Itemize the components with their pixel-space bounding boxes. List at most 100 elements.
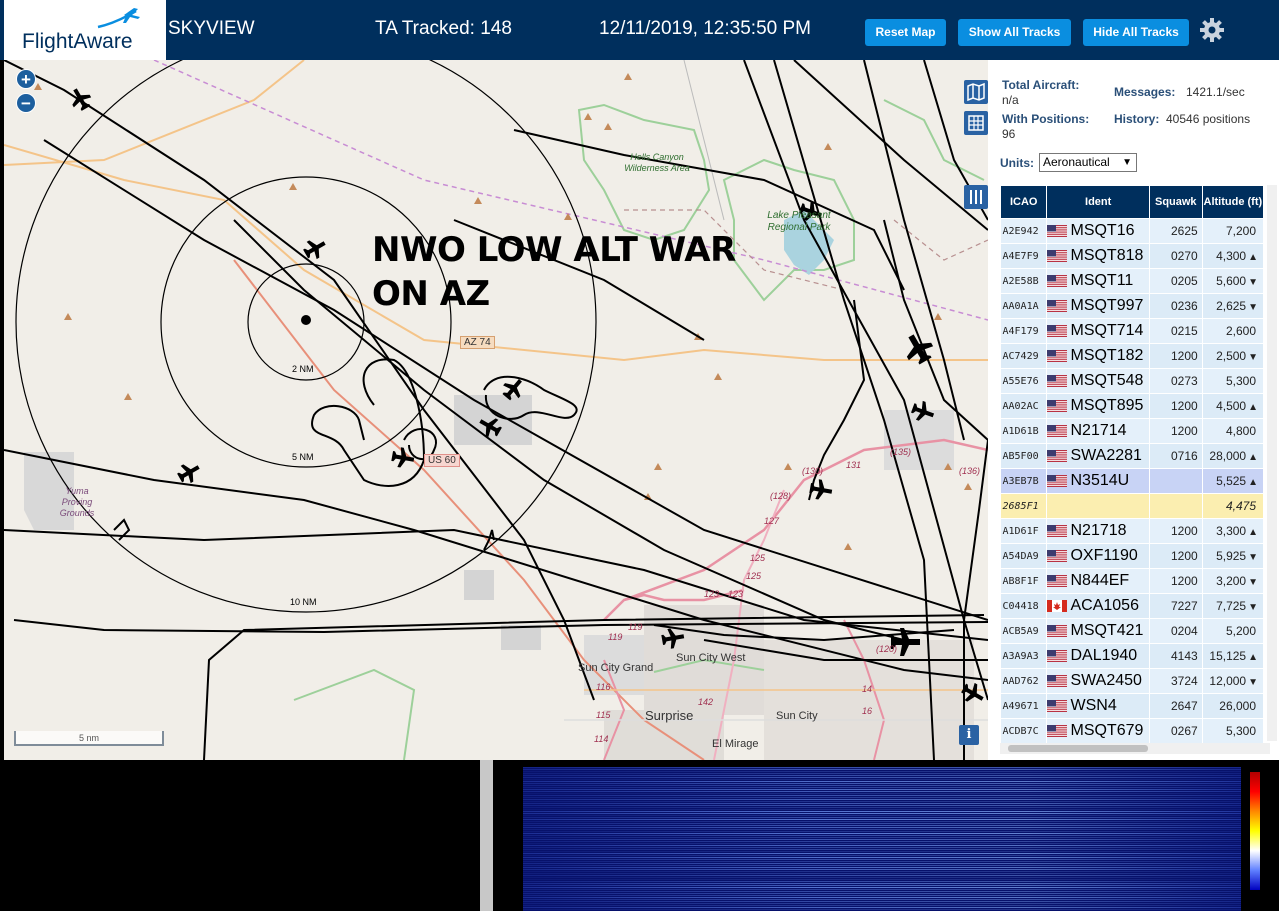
receiver-location [301, 315, 311, 325]
spectrum-line [523, 819, 1241, 820]
cell-icao: AB8F1F [1000, 568, 1048, 594]
columns-icon [970, 190, 982, 204]
spectrum-line [523, 807, 1241, 808]
table-row[interactable]: A3A9A3 DAL1940 4143 15,125 ▲ [1000, 643, 1265, 669]
spectrum-line [523, 833, 1241, 834]
cell-ident: ACA1056 [1046, 593, 1150, 619]
table-row[interactable]: AB5F00 SWA2281 0716 28,000 ▲ [1000, 443, 1265, 469]
table-row[interactable]: ACB5A9 MSQT421 0204 5,200 [1000, 618, 1265, 644]
table-row[interactable]: AA02AC MSQT895 1200 4,500 ▲ [1000, 393, 1265, 419]
flightaware-logo[interactable]: FlightAware [4, 0, 166, 60]
spectrum-line [523, 785, 1241, 786]
map-canvas[interactable] [4, 60, 988, 760]
table-row[interactable]: AA0A1A MSQT997 0236 2,625 ▼ [1000, 293, 1265, 319]
hide-all-tracks-button[interactable]: Hide All Tracks [1083, 19, 1189, 46]
zoom-out-button[interactable]: − [16, 93, 36, 113]
cell-icao: A3EB7B [1000, 468, 1048, 494]
map-layers-button[interactable] [964, 80, 988, 104]
cell-squawk: 4143 [1149, 643, 1203, 669]
table-row[interactable]: A54DA9 OXF1190 1200 5,925 ▼ [1000, 543, 1265, 569]
gear-icon[interactable] [1199, 17, 1225, 43]
map-grid-button[interactable] [964, 111, 988, 135]
altitude-trend-icon: ▼ [1248, 277, 1258, 288]
column-header-icao[interactable]: ICAO [999, 185, 1048, 219]
us-flag-icon [1047, 624, 1068, 637]
table-row[interactable]: A49671 WSN4 2647 26,000 [1000, 693, 1265, 719]
units-selected-value: Aeronautical [1043, 155, 1110, 169]
cell-ident: MSQT714 [1046, 318, 1150, 344]
us-flag-icon [1047, 674, 1068, 687]
spectrum-line [523, 837, 1241, 838]
spectrum-line [523, 845, 1241, 846]
history-value: 40546 positions [1166, 112, 1251, 126]
table-row[interactable]: A1D61F N21718 1200 3,300 ▲ [1000, 518, 1265, 544]
spectrum-line [523, 855, 1241, 856]
columns-toggle-button[interactable] [964, 185, 988, 209]
table-row[interactable]: ACDB7C MSQT679 0267 5,300 [1000, 718, 1265, 744]
table-vertical-scrollbar[interactable] [1267, 185, 1277, 741]
map-view[interactable]: 2 NM 5 NM 10 NM Hells Canyon Wilderness … [4, 60, 988, 760]
cell-icao: AA02AC [1000, 393, 1048, 419]
road-label-az74: AZ 74 [460, 336, 495, 349]
info-button[interactable]: i [959, 725, 979, 745]
spectrum-line [523, 821, 1241, 822]
chevron-down-icon: ▼ [1122, 157, 1132, 168]
scrollbar-thumb[interactable] [1008, 745, 1148, 752]
table-row[interactable]: A3EB7B N3514U 5,525 ▲ [1000, 468, 1265, 494]
spectrum-line [523, 801, 1241, 802]
cell-altitude: 2,600 [1202, 318, 1265, 344]
cell-altitude: 4,800 [1202, 418, 1265, 444]
table-horizontal-scrollbar[interactable] [1000, 743, 1270, 754]
cell-altitude: 5,200 [1202, 618, 1265, 644]
table-row[interactable]: A4F179 MSQT714 0215 2,600 [1000, 318, 1265, 344]
road-label-120: (120) [876, 644, 898, 654]
table-row[interactable]: AAD762 SWA2450 3724 12,000 ▼ [1000, 668, 1265, 694]
app-title: SKYVIEW [168, 18, 255, 39]
units-select[interactable]: Aeronautical ▼ [1039, 153, 1137, 172]
table-row[interactable]: C04418 ACA1056 7227 7,725 ▼ [1000, 593, 1265, 619]
us-flag-icon [1047, 649, 1068, 662]
spectrum-line [523, 891, 1241, 892]
spectrum-line [523, 813, 1241, 814]
table-row[interactable]: 2685F1 4,475 [1000, 493, 1265, 519]
table-row[interactable]: A4E7F9 MSQT818 0270 4,300 ▲ [1000, 243, 1265, 269]
cell-icao: AAD762 [1000, 668, 1048, 694]
table-row[interactable]: A2E942 MSQT16 2625 7,200 [1000, 218, 1265, 244]
spectrum-line [523, 877, 1241, 878]
messages-label: Messages: [1114, 85, 1176, 99]
us-flag-icon [1047, 349, 1068, 362]
cell-icao: A4F179 [1000, 318, 1048, 344]
road-label-114: 114 [594, 734, 609, 744]
cell-ident: MSQT895 [1046, 393, 1150, 419]
table-row[interactable]: A55E76 MSQT548 0273 5,300 [1000, 368, 1265, 394]
spectrum-line [523, 905, 1241, 906]
table-row[interactable]: A2E58B MSQT11 0205 5,600 ▼ [1000, 268, 1265, 294]
spectrum-line [523, 787, 1241, 788]
zoom-in-button[interactable]: + [16, 69, 36, 89]
table-row[interactable]: AC7429 MSQT182 1200 2,500 ▼ [1000, 343, 1265, 369]
column-header-ident[interactable]: Ident [1046, 185, 1150, 219]
show-all-tracks-button[interactable]: Show All Tracks [958, 19, 1071, 46]
panel-divider[interactable] [480, 760, 493, 911]
column-header-altitude[interactable]: Altitude (ft) [1201, 185, 1265, 219]
cell-ident: MSQT997 [1046, 293, 1150, 319]
cell-icao: 2685F1 [1000, 493, 1048, 519]
column-header-squawk[interactable]: Squawk [1148, 185, 1203, 219]
ident-text: WSN4 [1070, 697, 1117, 714]
cell-altitude: 2,500 ▼ [1202, 343, 1265, 369]
altitude-value: 2,625 [1216, 299, 1247, 313]
spectrum-line [523, 823, 1241, 824]
table-row[interactable]: A1D61B N21714 1200 4,800 [1000, 418, 1265, 444]
ident-text: MSQT895 [1070, 397, 1144, 414]
units-label: Units: [1000, 156, 1034, 170]
cell-squawk: 2625 [1149, 218, 1203, 244]
label-sun-city-west: Sun City West [676, 652, 746, 664]
altitude-trend-icon: ▼ [1248, 552, 1258, 563]
range-label-2nm: 2 NM [292, 364, 314, 374]
reset-map-button[interactable]: Reset Map [865, 19, 946, 46]
ident-text: N21718 [1070, 522, 1127, 539]
airplane-logo-icon [97, 8, 140, 29]
spectrum-line [523, 831, 1241, 832]
table-row[interactable]: AB8F1F N844EF 1200 3,200 ▼ [1000, 568, 1265, 594]
spectrum-line [523, 777, 1241, 778]
